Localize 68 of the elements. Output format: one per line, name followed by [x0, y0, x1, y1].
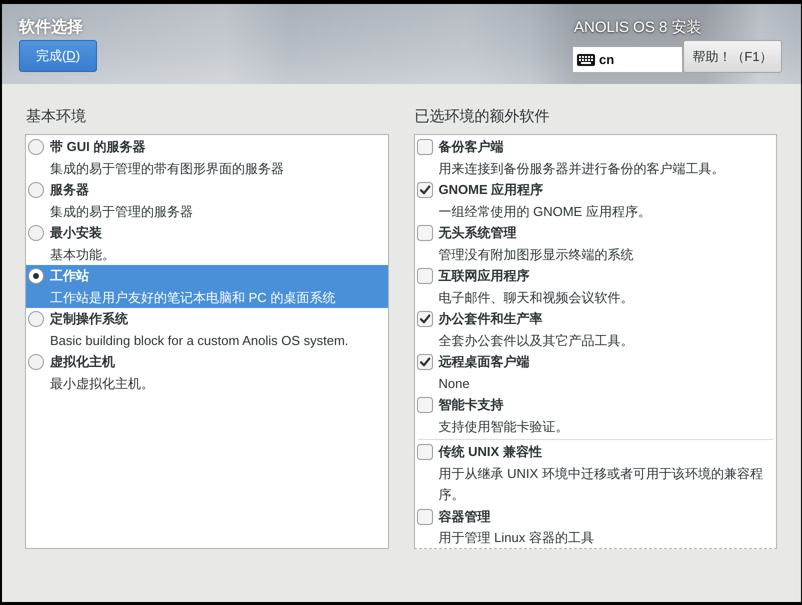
option-description: None	[438, 374, 471, 392]
done-button[interactable]: 完成(D)	[19, 40, 97, 72]
radio-button[interactable]	[28, 354, 44, 370]
option-title: 远程桌面客户端	[438, 353, 530, 371]
environment-option[interactable]: 虚拟化主机 最小虚拟化主机。	[26, 351, 388, 394]
option-description: 集成的易于管理的服务器	[50, 202, 194, 220]
add-on-option[interactable]: 容器管理 用于管理 Linux 容器的工具	[414, 506, 776, 548]
option-title: 定制操作系统	[50, 310, 129, 328]
option-description: 基本功能。	[50, 246, 116, 264]
radio-button[interactable]	[28, 225, 44, 241]
keyboard-layout-label: cn	[599, 52, 614, 67]
checkbox[interactable]	[416, 311, 432, 327]
option-description: 电子邮件、聊天和视频会议软件。	[438, 288, 634, 306]
radio-button[interactable]	[28, 311, 44, 327]
option-title: 虚拟化主机	[50, 353, 116, 371]
add-on-option[interactable]: 传统 UNIX 兼容性 用于从继承 UNIX 环境中迁移或者可用于该环境的兼容程序。	[414, 441, 776, 506]
option-description: 用来连接到备份服务器并进行备份的客户端工具。	[438, 160, 726, 178]
keyboard-icon	[577, 54, 595, 66]
option-description: 管理没有附加图形显示终端的系统	[438, 246, 634, 264]
screen-title: 软件选择	[19, 18, 83, 38]
section-heading: 已选环境的额外软件	[414, 107, 550, 127]
help-button[interactable]: 帮助！（F1）	[683, 40, 782, 73]
environment-option[interactable]: 最小安装 基本功能。	[26, 222, 388, 265]
radio-button[interactable]	[28, 139, 44, 155]
add-on-option[interactable]: 智能卡支持 支持使用智能卡验证。	[414, 394, 776, 437]
option-description: 支持使用智能卡验证。	[438, 418, 570, 436]
option-description: 集成的易于管理的带有图形界面的服务器	[50, 160, 285, 178]
option-description: 最小虚拟化主机。	[50, 374, 155, 392]
section-heading: 基本环境	[25, 107, 87, 127]
option-description: 全套办公套件以及其它产品工具。	[438, 332, 634, 350]
radio-button[interactable]	[28, 268, 44, 284]
checkbox[interactable]	[416, 225, 432, 241]
option-title: 智能卡支持	[438, 396, 504, 414]
option-description: 工作站是用户友好的笔记本电脑和 PC 的桌面系统	[50, 288, 336, 306]
option-description: Basic building block for a custom Anolis OS system.	[50, 332, 350, 350]
add-on-option[interactable]: 办公套件和生产率 全套办公套件以及其它产品工具。	[414, 308, 776, 351]
add-on-option[interactable]: 互联网应用程序 电子邮件、聊天和视频会议软件。	[414, 265, 776, 308]
add-on-option[interactable]: 备份客户端 用来连接到备份服务器并进行备份的客户端工具。	[414, 136, 776, 179]
option-title: 服务器	[50, 181, 90, 199]
add-on-option[interactable]: GNOME 应用程序 一组经常使用的 GNOME 应用程序。	[414, 179, 776, 222]
checkbox[interactable]	[416, 268, 432, 284]
add-on-option[interactable]: 远程桌面客户端 None	[414, 351, 776, 394]
add-on-option[interactable]: 无头系统管理 管理没有附加图形显示终端的系统	[414, 222, 776, 265]
option-title: 备份客户端	[438, 138, 504, 156]
checkbox[interactable]	[416, 397, 432, 413]
keyboard-layout-indicator[interactable]: cn	[573, 47, 682, 72]
checkbox[interactable]	[416, 139, 432, 155]
option-title: 带 GUI 的服务器	[50, 138, 146, 156]
option-title: 最小安装	[50, 224, 103, 242]
option-description: 一组经常使用的 GNOME 应用程序。	[438, 202, 652, 220]
environment-option[interactable]: 定制操作系统 Basic building block for a custom Anolis OS system.	[26, 308, 388, 351]
option-title: 无头系统管理	[438, 224, 518, 242]
option-title: 办公套件和生产率	[438, 310, 544, 328]
option-title: 工作站	[50, 267, 90, 285]
environment-option[interactable]: 带 GUI 的服务器 集成的易于管理的带有图形界面的服务器	[26, 136, 388, 179]
option-description: 用于管理 Linux 容器的工具	[438, 529, 595, 547]
option-title: 互联网应用程序	[438, 267, 530, 285]
checkbox[interactable]	[416, 354, 432, 370]
environment-option[interactable]: 服务器 集成的易于管理的服务器	[26, 179, 388, 222]
checkbox[interactable]	[416, 182, 432, 198]
product-title: ANOLIS OS 8 安装	[573, 18, 702, 38]
radio-button[interactable]	[28, 182, 44, 198]
option-title: 传统 UNIX 兼容性	[438, 443, 543, 461]
option-title: 容器管理	[438, 508, 492, 526]
checkbox[interactable]	[416, 444, 432, 460]
checkbox[interactable]	[416, 508, 432, 524]
option-title: GNOME 应用程序	[438, 181, 544, 199]
option-description: 用于从继承 UNIX 环境中迁移或者可用于该环境的兼容程序。	[438, 464, 764, 504]
